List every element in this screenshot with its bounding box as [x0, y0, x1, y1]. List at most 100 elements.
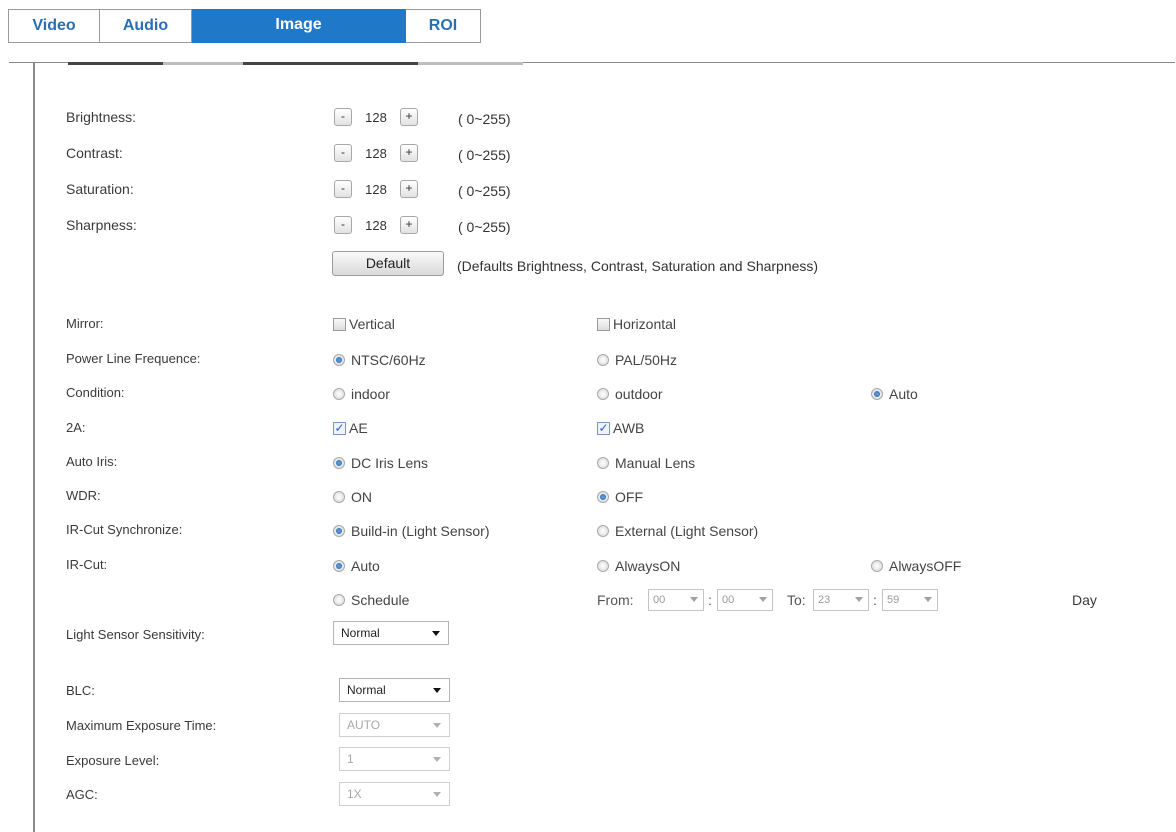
agc-select[interactable]: 1X: [339, 782, 450, 806]
schedule-to-hour-select[interactable]: 23: [813, 589, 869, 611]
auto-iris-label: Auto Iris:: [66, 454, 118, 469]
auto-iris-manual-radio[interactable]: [597, 457, 609, 469]
power-line-ntsc-label: NTSC/60Hz: [351, 352, 426, 368]
condition-auto-radio[interactable]: [871, 388, 883, 400]
saturation-value[interactable]: 128: [352, 182, 400, 197]
ir-cut-schedule-radio[interactable]: [333, 594, 345, 606]
brightness-stepper: - 128 +: [334, 106, 418, 128]
tab-audio[interactable]: Audio: [100, 9, 192, 43]
saturation-range: ( 0~255): [458, 183, 511, 199]
wdr-on-option[interactable]: ON: [333, 489, 372, 505]
brightness-minus-button[interactable]: -: [334, 108, 352, 126]
blc-value: Normal: [347, 683, 386, 697]
ir-sync-buildin-option[interactable]: Build-in (Light Sensor): [333, 523, 490, 539]
ir-sync-external-label: External (Light Sensor): [615, 523, 759, 539]
sharpness-minus-button[interactable]: -: [334, 216, 352, 234]
mirror-horizontal-option[interactable]: Horizontal: [597, 316, 676, 332]
auto-iris-manual-label: Manual Lens: [615, 455, 696, 471]
wdr-off-radio[interactable]: [597, 491, 609, 503]
contrast-minus-button[interactable]: -: [334, 144, 352, 162]
contrast-stepper: - 128 +: [334, 142, 418, 164]
mirror-horizontal-checkbox[interactable]: [597, 317, 610, 331]
saturation-stepper: - 128 +: [334, 178, 418, 200]
condition-indoor-radio[interactable]: [333, 388, 345, 400]
power-line-ntsc-radio[interactable]: [333, 354, 345, 366]
ir-cut-auto-radio[interactable]: [333, 560, 345, 572]
two-a-awb-option[interactable]: ✓ AWB: [597, 420, 644, 436]
auto-iris-dc-option[interactable]: DC Iris Lens: [333, 455, 428, 471]
wdr-label: WDR:: [66, 488, 101, 503]
tab-roi[interactable]: ROI: [406, 9, 481, 43]
ir-cut-schedule-option[interactable]: Schedule: [333, 592, 409, 608]
ir-sync-external-option[interactable]: External (Light Sensor): [597, 523, 758, 539]
exposure-level-select[interactable]: 1: [339, 747, 450, 771]
brightness-plus-button[interactable]: +: [400, 108, 418, 126]
wdr-on-radio[interactable]: [333, 491, 345, 503]
schedule-from-colon: :: [708, 592, 712, 608]
condition-auto-label: Auto: [889, 386, 918, 402]
tab-image[interactable]: Image: [192, 9, 406, 43]
schedule-from-min-value: 00: [722, 594, 735, 606]
condition-outdoor-radio[interactable]: [597, 388, 609, 400]
two-a-label: 2A:: [66, 420, 86, 435]
brightness-range: ( 0~255): [458, 111, 511, 127]
condition-auto-option[interactable]: Auto: [871, 386, 918, 402]
ir-cut-alwayson-label: AlwaysON: [615, 558, 681, 574]
schedule-from-hour-value: 00: [653, 594, 666, 606]
tab-video[interactable]: Video: [8, 9, 100, 43]
default-button[interactable]: Default: [332, 251, 444, 276]
contrast-value[interactable]: 128: [352, 146, 400, 161]
two-a-ae-label: AE: [349, 420, 368, 436]
max-exposure-select[interactable]: AUTO: [339, 713, 450, 737]
max-exposure-value: AUTO: [347, 718, 381, 732]
tab-bar: Video Audio Image ROI: [8, 9, 481, 43]
brightness-value[interactable]: 128: [352, 110, 400, 125]
contrast-plus-button[interactable]: +: [400, 144, 418, 162]
schedule-to-min-value: 59: [887, 594, 900, 606]
sharpness-plus-button[interactable]: +: [400, 216, 418, 234]
ir-sync-external-radio[interactable]: [597, 525, 609, 537]
two-a-awb-checkbox[interactable]: ✓: [597, 421, 610, 435]
ir-sync-buildin-label: Build-in (Light Sensor): [351, 523, 490, 539]
mirror-vertical-option[interactable]: Vertical: [333, 316, 395, 332]
ir-sync-buildin-radio[interactable]: [333, 525, 345, 537]
mirror-label: Mirror:: [66, 316, 104, 331]
saturation-label: Saturation:: [66, 181, 134, 197]
blc-select[interactable]: Normal: [339, 678, 450, 702]
saturation-plus-button[interactable]: +: [400, 180, 418, 198]
ir-cut-auto-label: Auto: [351, 558, 380, 574]
schedule-to-hour-value: 23: [818, 594, 831, 606]
mirror-vertical-checkbox[interactable]: [333, 317, 346, 331]
ir-cut-alwaysoff-radio[interactable]: [871, 560, 883, 572]
sharpness-stepper: - 128 +: [334, 214, 418, 236]
ir-cut-alwayson-option[interactable]: AlwaysON: [597, 558, 680, 574]
schedule-from-hour-select[interactable]: 00: [648, 589, 704, 611]
ir-cut-auto-option[interactable]: Auto: [333, 558, 380, 574]
schedule-from-min-select[interactable]: 00: [717, 589, 773, 611]
sharpness-label: Sharpness:: [66, 217, 137, 233]
two-a-ae-option[interactable]: ✓ AE: [333, 420, 368, 436]
auto-iris-dc-label: DC Iris Lens: [351, 455, 429, 471]
condition-indoor-label: indoor: [351, 386, 390, 402]
contrast-label: Contrast:: [66, 145, 123, 161]
auto-iris-manual-option[interactable]: Manual Lens: [597, 455, 695, 471]
wdr-off-label: OFF: [615, 489, 643, 505]
power-line-ntsc-option[interactable]: NTSC/60Hz: [333, 352, 426, 368]
schedule-to-min-select[interactable]: 59: [882, 589, 938, 611]
ir-cut-alwaysoff-option[interactable]: AlwaysOFF: [871, 558, 961, 574]
power-line-pal-label: PAL/50Hz: [615, 352, 677, 368]
light-sensor-label: Light Sensor Sensitivity:: [66, 627, 205, 642]
condition-outdoor-option[interactable]: outdoor: [597, 386, 662, 402]
saturation-minus-button[interactable]: -: [334, 180, 352, 198]
sharpness-value[interactable]: 128: [352, 218, 400, 233]
condition-indoor-option[interactable]: indoor: [333, 386, 390, 402]
two-a-ae-checkbox[interactable]: ✓: [333, 421, 346, 435]
blc-label: BLC:: [66, 683, 95, 698]
power-line-pal-option[interactable]: PAL/50Hz: [597, 352, 677, 368]
ir-cut-alwayson-radio[interactable]: [597, 560, 609, 572]
agc-value: 1X: [347, 787, 362, 801]
auto-iris-dc-radio[interactable]: [333, 457, 345, 469]
light-sensor-select[interactable]: Normal: [333, 621, 449, 645]
wdr-off-option[interactable]: OFF: [597, 489, 643, 505]
power-line-pal-radio[interactable]: [597, 354, 609, 366]
